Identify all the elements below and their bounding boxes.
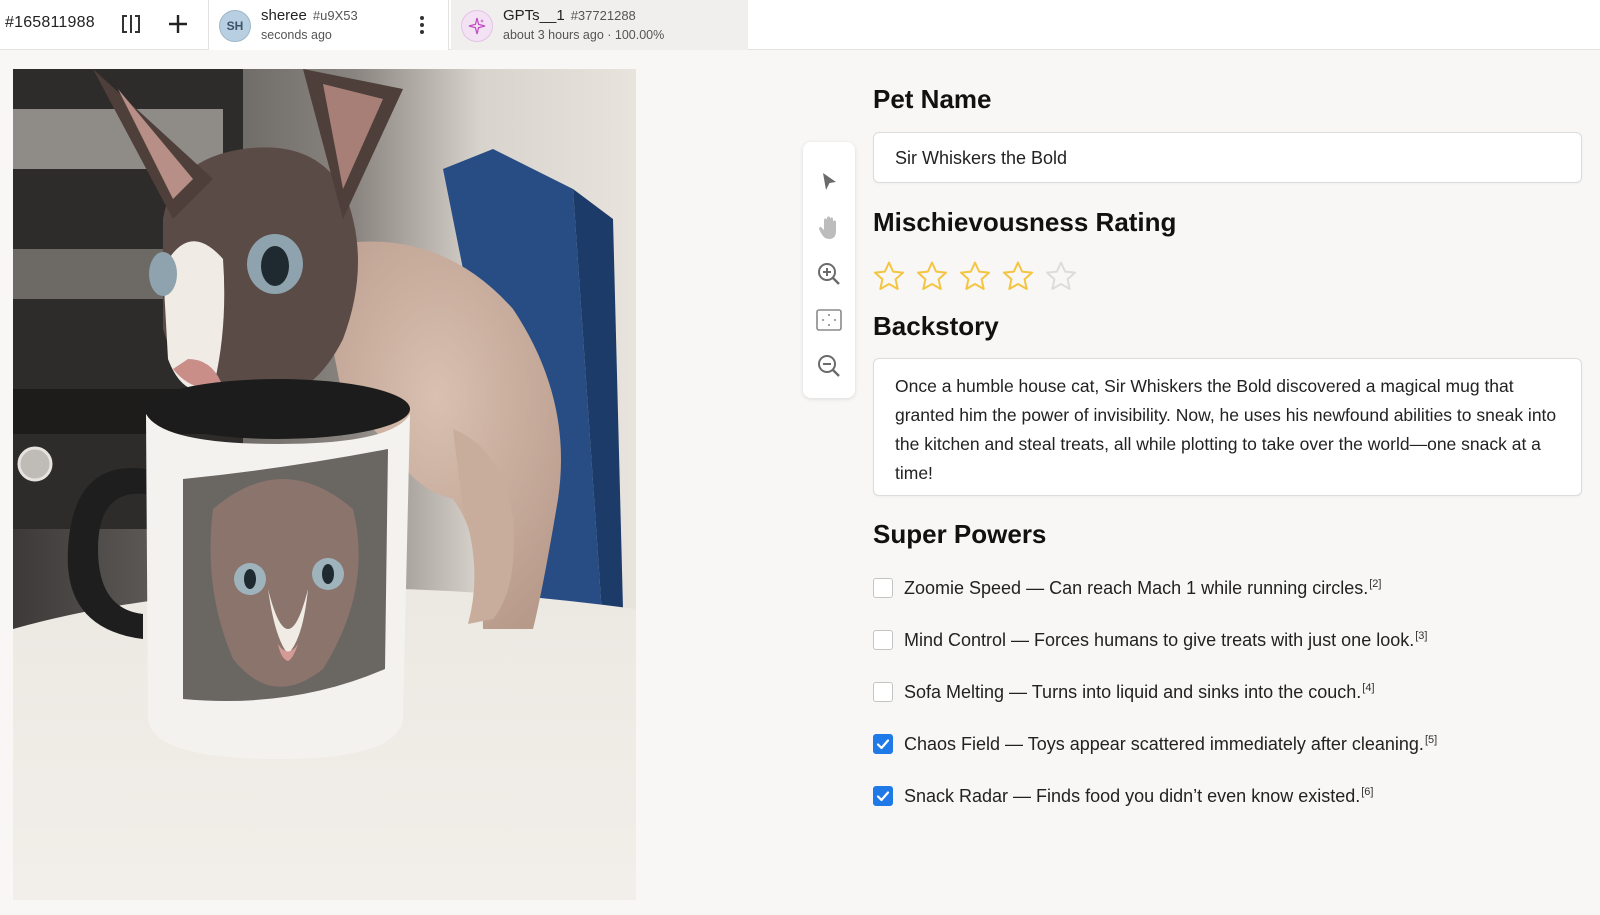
power-label: Zoomie Speed — Can reach Mach 1 while ru… bbox=[904, 577, 1382, 598]
pet-name-label: Pet Name bbox=[873, 84, 992, 114]
rating-label: Mischievousness Rating bbox=[873, 207, 1177, 237]
power-item-sofa-melting[interactable]: Sofa Melting — Turns into liquid and sin… bbox=[873, 677, 1493, 707]
power-item-chaos-field[interactable]: Chaos Field — Toys appear scattered imme… bbox=[873, 729, 1493, 759]
power-label: Snack Radar — Finds food you didn’t even… bbox=[904, 785, 1374, 806]
tab-user-name: sheree bbox=[261, 7, 307, 24]
split-view-icon[interactable] bbox=[117, 10, 145, 38]
zoom-out-icon[interactable] bbox=[813, 350, 845, 382]
checkbox[interactable] bbox=[873, 578, 893, 598]
ai-sparkle-icon bbox=[461, 10, 493, 42]
tab-sheree[interactable]: SH sheree #u9X53 seconds ago bbox=[208, 0, 449, 50]
star-icon[interactable] bbox=[959, 260, 991, 292]
citation-ref[interactable]: [4] bbox=[1362, 682, 1374, 694]
pointer-icon[interactable] bbox=[813, 166, 845, 198]
citation-ref[interactable]: [6] bbox=[1361, 786, 1373, 798]
checkbox[interactable] bbox=[873, 734, 893, 754]
checkbox[interactable] bbox=[873, 630, 893, 650]
avatar: SH bbox=[219, 10, 251, 42]
tab-user-name: GPTs__1 bbox=[503, 7, 565, 24]
power-label: Sofa Melting — Turns into liquid and sin… bbox=[904, 681, 1375, 702]
citation-ref[interactable]: [5] bbox=[1425, 734, 1437, 746]
checkbox[interactable] bbox=[873, 786, 893, 806]
add-icon[interactable] bbox=[164, 10, 192, 38]
fit-screen-icon[interactable] bbox=[813, 304, 845, 336]
checkmark-icon bbox=[876, 739, 890, 750]
star-rating[interactable] bbox=[873, 260, 1077, 292]
backstory-field[interactable]: Once a humble house cat, Sir Whiskers th… bbox=[873, 358, 1582, 496]
pet-name-field[interactable]: Sir Whiskers the Bold bbox=[873, 132, 1582, 183]
star-icon[interactable] bbox=[873, 260, 905, 292]
tab-timestamp: seconds ago bbox=[261, 28, 332, 42]
power-label: Mind Control — Forces humans to give tre… bbox=[904, 629, 1428, 650]
power-label: Chaos Field — Toys appear scattered imme… bbox=[904, 733, 1438, 754]
top-bar: #165811988 SH sheree #u9X53 seconds ago G… bbox=[0, 0, 1600, 50]
zoom-in-icon[interactable] bbox=[813, 258, 845, 290]
hand-icon[interactable] bbox=[813, 212, 845, 244]
tab-gpts[interactable]: GPTs__1 #37721288 about 3 hours ago · 100… bbox=[451, 0, 748, 50]
task-id: #165811988 bbox=[5, 14, 95, 31]
power-item-mind-control[interactable]: Mind Control — Forces humans to give tre… bbox=[873, 625, 1493, 655]
citation-ref[interactable]: [3] bbox=[1415, 630, 1427, 642]
more-options-icon[interactable] bbox=[416, 14, 428, 36]
checkmark-icon bbox=[876, 791, 890, 802]
star-icon[interactable] bbox=[916, 260, 948, 292]
tab-hash: #37721288 bbox=[570, 8, 636, 23]
tool-palette bbox=[803, 142, 855, 398]
tab-timestamp: about 3 hours ago · 100.00% bbox=[503, 28, 665, 42]
checkbox[interactable] bbox=[873, 682, 893, 702]
powers-label: Super Powers bbox=[873, 519, 1047, 549]
star-icon[interactable] bbox=[1002, 260, 1034, 292]
star-icon[interactable] bbox=[1045, 260, 1077, 292]
power-item-snack-radar[interactable]: Snack Radar — Finds food you didn’t even… bbox=[873, 781, 1493, 811]
citation-ref[interactable]: [2] bbox=[1369, 578, 1381, 590]
pet-photo bbox=[13, 69, 636, 900]
power-item-zoomie-speed[interactable]: Zoomie Speed — Can reach Mach 1 while ru… bbox=[873, 573, 1493, 603]
backstory-label: Backstory bbox=[873, 311, 999, 341]
tab-hash: #u9X53 bbox=[312, 8, 358, 23]
